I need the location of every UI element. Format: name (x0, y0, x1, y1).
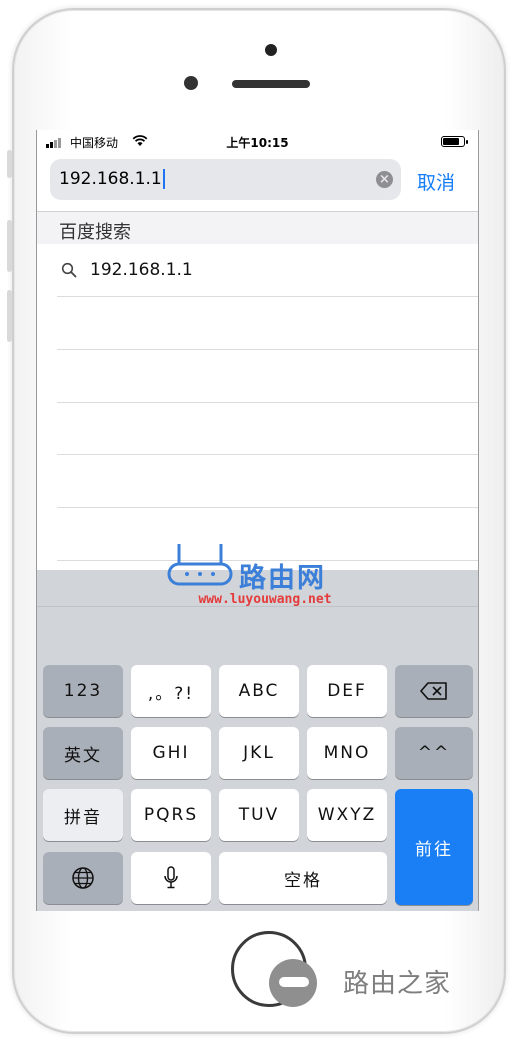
text-cursor (162, 169, 165, 189)
suggestion-item[interactable]: 192.168.1.1 (37, 244, 478, 296)
suggestion-text: 192.168.1.1 (90, 260, 193, 280)
key-def[interactable]: DEF (307, 665, 387, 717)
keyboard: 123 ,。?! ABC DEF 英文 GHI JKL MNO ^^ 拼音 PQ… (37, 570, 478, 911)
key-abc[interactable]: ABC (219, 665, 299, 717)
key-pinyin[interactable]: 拼音 (43, 789, 123, 841)
key-pqrs[interactable]: PQRS (131, 789, 211, 841)
router-logo-icon (167, 544, 233, 586)
volume-up-button (7, 220, 12, 272)
clear-icon[interactable]: × (376, 171, 393, 188)
suggestion-section-header: 百度搜索 (37, 212, 478, 244)
cancel-button[interactable]: 取消 (417, 168, 455, 195)
row-divider (57, 454, 478, 455)
mute-switch (7, 150, 12, 178)
row-divider (57, 402, 478, 403)
status-bar: 中国移动 上午10:15 (37, 130, 478, 154)
address-input[interactable]: 192.168.1.1 (59, 169, 165, 189)
microphone-key[interactable] (131, 852, 211, 904)
watermark: 路由网 www.luyouwang.net (165, 542, 365, 612)
key-tuv[interactable]: TUV (219, 789, 299, 841)
key-mno[interactable]: MNO (307, 727, 387, 779)
row-divider (57, 507, 478, 508)
backspace-key[interactable] (395, 665, 473, 717)
phone-screen: 中国移动 上午10:15 192.168.1.1 × 取消 百度搜索 192.1… (36, 130, 479, 911)
key-emoticon[interactable]: ^^ (395, 727, 473, 779)
row-divider (57, 349, 478, 350)
backspace-icon (420, 682, 447, 700)
brand-name: 路由之家 (343, 969, 452, 999)
key-ghi[interactable]: GHI (131, 727, 211, 779)
watermark-name: 路由网 (239, 563, 326, 594)
microphone-icon (164, 866, 178, 889)
watermark-url: www.luyouwang.net (198, 592, 332, 607)
go-button[interactable]: 前往 (395, 789, 473, 905)
key-jkl[interactable]: JKL (219, 727, 299, 779)
key-punctuation[interactable]: ,。?! (131, 665, 211, 717)
key-wxyz[interactable]: WXYZ (307, 789, 387, 841)
front-camera (265, 44, 277, 56)
globe-icon (72, 867, 94, 889)
volume-down-button (7, 290, 12, 342)
sensor (184, 76, 198, 90)
section-title: 百度搜索 (59, 222, 131, 243)
brand-logo-icon (269, 959, 317, 1007)
search-icon (61, 262, 77, 278)
address-value: 192.168.1.1 (59, 169, 162, 189)
earpiece-speaker (232, 80, 310, 88)
status-time: 上午10:15 (226, 136, 289, 150)
key-english[interactable]: 英文 (43, 727, 123, 779)
globe-key[interactable] (43, 852, 123, 904)
address-bar[interactable]: 192.168.1.1 × (50, 159, 401, 200)
battery-icon (441, 136, 468, 147)
brand-watermark: 路由之家 (269, 955, 469, 1007)
row-divider (57, 296, 478, 297)
space-key[interactable]: 空格 (219, 852, 387, 904)
key-123[interactable]: 123 (43, 665, 123, 717)
